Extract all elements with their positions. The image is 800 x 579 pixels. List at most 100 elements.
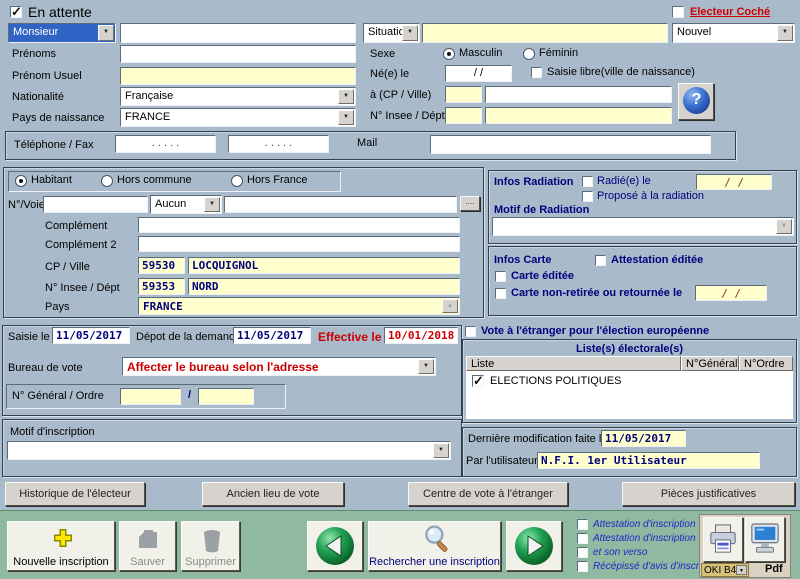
vote-etranger-label: Vote à l'étranger pour l'élection europé… xyxy=(481,325,709,337)
pays-value: FRANCE xyxy=(143,300,183,313)
numero-ordre-input[interactable] xyxy=(198,388,254,405)
radie-checkbox[interactable] xyxy=(582,176,593,187)
liste-row-checkbox[interactable] xyxy=(472,375,484,387)
motif-radiation-select[interactable]: ▼ xyxy=(492,217,794,236)
ville-input[interactable]: LOCQUIGNOL xyxy=(188,257,460,274)
historique-button[interactable]: Historique de l'électeur xyxy=(5,482,145,506)
nationalite-value: Française xyxy=(125,90,173,102)
chevron-down-icon[interactable]: ▼ xyxy=(338,110,354,125)
birth-cp-input[interactable] xyxy=(445,86,482,103)
pdf-label[interactable]: Pdf xyxy=(765,563,783,575)
saisie-libre-checkbox[interactable] xyxy=(531,67,542,78)
masculin-radio[interactable] xyxy=(443,48,455,60)
pays-naissance-select[interactable]: FRANCE ▼ xyxy=(120,108,356,127)
civility-select[interactable]: Monsieur ▼ xyxy=(8,23,116,43)
birth-insee-input[interactable] xyxy=(445,107,482,124)
complement-input[interactable] xyxy=(138,217,460,233)
lastname-input[interactable] xyxy=(120,23,356,43)
mail-input[interactable] xyxy=(430,135,711,154)
chevron-down-icon[interactable]: ▼ xyxy=(402,25,418,41)
rechercher-button[interactable]: Rechercher une inscription xyxy=(368,521,501,571)
voie-nom-input[interactable] xyxy=(224,196,457,213)
attestation-inscription-checkbox[interactable] xyxy=(577,519,588,530)
mail-label: Mail xyxy=(357,137,377,149)
attestation-vierge-checkbox[interactable] xyxy=(577,533,588,544)
situation-select[interactable]: Situation ▼ xyxy=(363,23,420,43)
column-header-liste[interactable]: Liste xyxy=(466,356,681,371)
hors-commune-radio[interactable] xyxy=(101,175,113,187)
en-attente-checkbox[interactable] xyxy=(10,6,22,18)
dept-input[interactable]: NORD xyxy=(188,278,460,295)
depot-input[interactable]: 11/05/2017 xyxy=(233,327,311,344)
birth-ville-input[interactable] xyxy=(485,86,672,103)
user-input[interactable]: N.F.I. 1er Utilisateur xyxy=(537,452,760,469)
numero-general-input[interactable] xyxy=(120,388,181,405)
nouvel-select[interactable]: Nouvel ▼ xyxy=(672,23,795,43)
saisie-le-input[interactable]: 11/05/2017 xyxy=(52,327,130,344)
chevron-down-icon[interactable]: ▼ xyxy=(98,25,114,41)
motif-inscription-select[interactable]: ▼ xyxy=(7,441,451,460)
propose-radiation-checkbox[interactable] xyxy=(582,191,593,202)
bureau-select[interactable]: Affecter le bureau selon l'adresse ▼ xyxy=(122,357,436,376)
trash-icon xyxy=(199,526,225,554)
browse-voie-button[interactable]: .... xyxy=(460,196,480,211)
voie-type-select[interactable]: Aucun ▼ xyxy=(150,195,222,214)
effective-input[interactable]: 10/01/2018 xyxy=(384,327,458,344)
cp-ville-label: CP / Ville xyxy=(45,261,90,273)
birthdate-input[interactable]: / / xyxy=(445,65,512,82)
column-header-ordre[interactable]: N°Ordre xyxy=(739,356,793,371)
next-record-button[interactable] xyxy=(506,521,562,571)
carte-non-retiree-checkbox[interactable] xyxy=(495,288,506,299)
rechercher-label: Rechercher une inscription xyxy=(369,556,500,568)
radie-date-input[interactable]: / / xyxy=(696,174,772,190)
printer-icon xyxy=(708,523,738,555)
column-header-general[interactable]: N°Général xyxy=(681,356,739,371)
attestation-editee-checkbox[interactable] xyxy=(595,255,606,266)
nouvelle-inscription-button[interactable]: Nouvelle inscription xyxy=(7,521,115,571)
feminin-radio[interactable] xyxy=(523,48,535,60)
nationalite-select[interactable]: Française ▼ xyxy=(120,87,356,106)
previous-record-button[interactable] xyxy=(307,521,363,571)
electeur-coche-checkbox[interactable] xyxy=(672,6,684,18)
centre-vote-button[interactable]: Centre de vote à l'étranger xyxy=(408,482,568,506)
chevron-down-icon[interactable]: ▼ xyxy=(418,359,434,374)
birth-dept-input[interactable] xyxy=(485,107,672,124)
ancien-lieu-button[interactable]: Ancien lieu de vote xyxy=(202,482,344,506)
pays-select[interactable]: FRANCE ▼ xyxy=(138,297,460,315)
voie-numero-input[interactable] xyxy=(43,196,148,213)
chevron-down-icon[interactable]: ▼ xyxy=(338,89,354,104)
hors-france-radio[interactable] xyxy=(231,175,243,187)
chevron-down-icon[interactable]: ▼ xyxy=(777,25,793,41)
fax-input[interactable]: . . . . . xyxy=(228,135,329,153)
chevron-down-icon[interactable]: ▼ xyxy=(736,565,747,575)
recepisse-checkbox[interactable] xyxy=(577,561,588,572)
general-ordre-separator: / xyxy=(188,389,191,401)
telephone-input[interactable]: . . . . . xyxy=(115,135,216,153)
et-son-verso-checkbox[interactable] xyxy=(577,547,588,558)
chevron-down-icon[interactable]: ▼ xyxy=(433,443,449,458)
printer-select[interactable]: OKI B4 ▼ xyxy=(701,563,749,577)
carte-retour-date-input[interactable]: / / xyxy=(695,285,767,301)
prenom-usuel-label: Prénom Usuel xyxy=(12,70,82,82)
voie-type-value: Aucun xyxy=(155,198,186,210)
supprimer-button[interactable]: Supprimer xyxy=(181,521,240,571)
vote-etranger-checkbox[interactable] xyxy=(465,326,476,337)
print-button[interactable] xyxy=(703,517,743,562)
complement2-input[interactable] xyxy=(138,236,460,252)
prenom-usuel-input[interactable] xyxy=(120,67,356,85)
prenoms-input[interactable] xyxy=(120,45,356,63)
carte-editee-checkbox[interactable] xyxy=(495,271,506,282)
chevron-down-icon[interactable]: ▼ xyxy=(204,197,220,212)
sauver-button[interactable]: Sauver xyxy=(119,521,176,571)
feminin-label: Féminin xyxy=(539,47,578,59)
insee-input[interactable]: 59353 xyxy=(138,278,185,295)
screen-preview-button[interactable] xyxy=(745,517,785,562)
modif-date-input[interactable]: 11/05/2017 xyxy=(601,430,686,447)
radie-label: Radié(e) le xyxy=(597,175,651,187)
cp-input[interactable]: 59530 xyxy=(138,257,185,274)
habitant-radio[interactable] xyxy=(15,175,27,187)
help-button[interactable]: ? xyxy=(678,83,714,120)
pieces-justificatives-button[interactable]: Pièces justificatives xyxy=(622,482,795,506)
sexe-label: Sexe xyxy=(370,48,395,60)
situation-input[interactable] xyxy=(422,23,668,43)
